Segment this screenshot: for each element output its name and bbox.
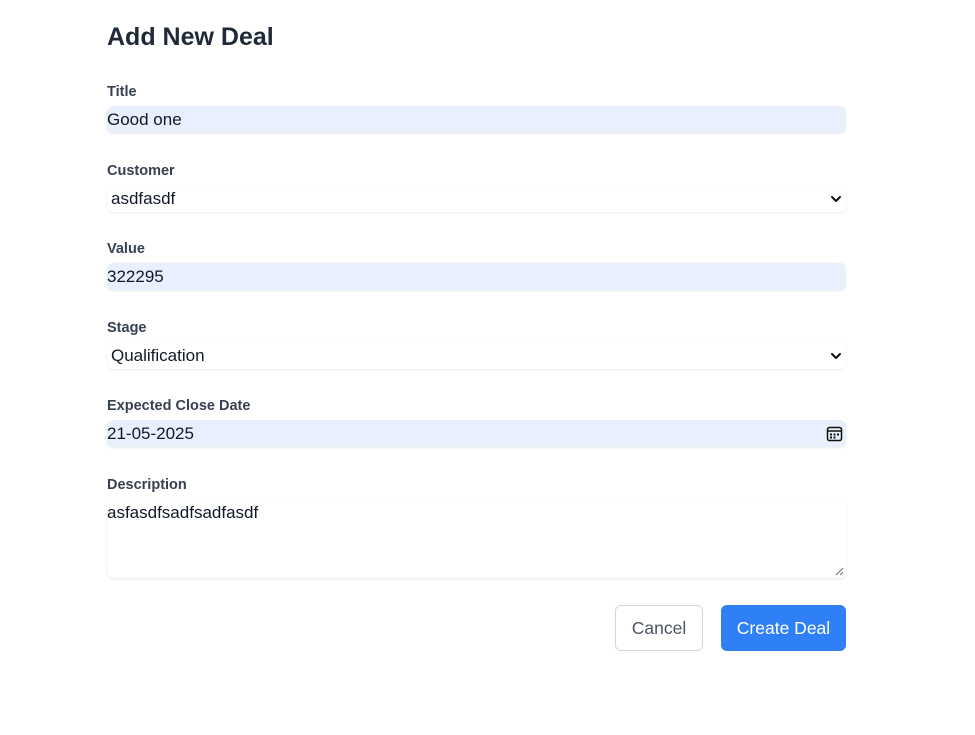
description-label: Description bbox=[107, 477, 187, 493]
value-input-value: 322295 bbox=[107, 267, 164, 286]
page-title: Add New Deal bbox=[107, 23, 274, 51]
create-deal-button[interactable]: Create Deal bbox=[721, 605, 846, 651]
title-input-value: Good one bbox=[107, 110, 182, 129]
stage-select-value: Qualification bbox=[111, 346, 205, 365]
resize-handle-icon[interactable] bbox=[835, 567, 844, 576]
chevron-down-icon bbox=[831, 196, 841, 202]
expected-close-date-label: Expected Close Date bbox=[107, 398, 251, 414]
add-deal-page: Add New Deal Title Good one Customer asd… bbox=[0, 0, 975, 735]
customer-label: Customer bbox=[107, 163, 175, 179]
description-textarea[interactable]: asfasdfsadfsadfasdf bbox=[107, 499, 846, 578]
chevron-down-icon bbox=[831, 353, 841, 359]
stage-label: Stage bbox=[107, 320, 147, 336]
description-value: asfasdfsadfsadfasdf bbox=[107, 503, 259, 522]
value-input[interactable]: 322295 bbox=[107, 263, 846, 290]
value-label: Value bbox=[107, 241, 145, 257]
calendar-icon[interactable] bbox=[826, 425, 843, 442]
customer-select[interactable]: asdfasdf bbox=[107, 185, 846, 212]
customer-select-value: asdfasdf bbox=[111, 189, 176, 208]
stage-select[interactable]: Qualification bbox=[107, 342, 846, 369]
title-input[interactable]: Good one bbox=[107, 106, 846, 133]
title-label: Title bbox=[107, 84, 137, 100]
expected-close-date-value: 21-05-2025 bbox=[107, 424, 194, 443]
expected-close-date-input[interactable]: 21-05-2025 bbox=[107, 420, 846, 447]
cancel-button[interactable]: Cancel bbox=[615, 605, 703, 651]
